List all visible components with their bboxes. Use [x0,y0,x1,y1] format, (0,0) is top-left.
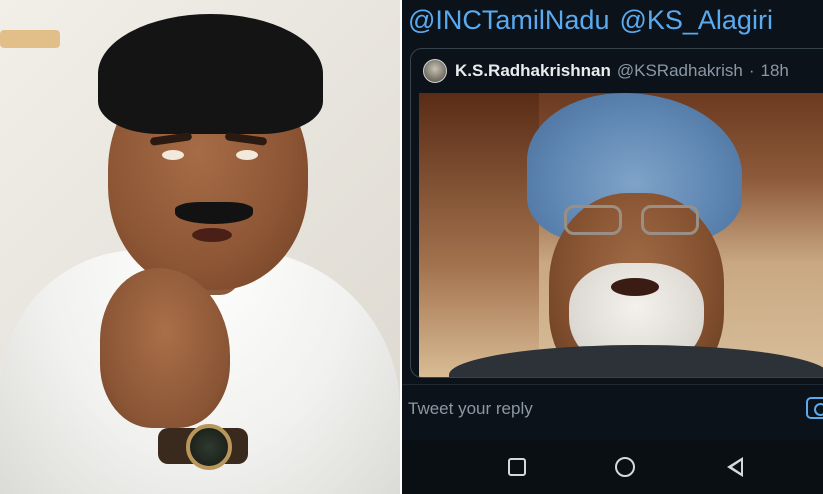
quoted-author-handle: @KSRadhakrish [616,61,743,80]
recent-apps-icon[interactable] [504,454,530,480]
quoted-tweet-image[interactable] [419,93,823,377]
quoted-timestamp: 18h [760,61,789,80]
mouth [611,278,659,296]
mention-link[interactable]: @KS_Alagiri [619,5,772,35]
mention-link[interactable]: @INCTamilNadu [408,5,609,35]
avatar[interactable] [423,59,447,83]
tweet-mentions: @INCTamilNadu @KS_Alagiri [408,2,783,42]
hair [98,14,323,134]
home-icon[interactable] [612,454,638,480]
reply-input[interactable]: Tweet your reply [408,399,533,419]
separator-dot: · [748,61,755,80]
left-eye [162,150,184,160]
image-background [419,93,539,377]
reply-bar: Tweet your reply [402,384,823,434]
phone-screenshot: @INCTamilNadu @KS_Alagiri K.S.Radhakrishn… [402,0,823,494]
left-photo [0,0,400,494]
quoted-author-name[interactable]: K.S.Radhakrishnan [455,61,611,81]
mouth [192,228,232,242]
quoted-tweet-header: K.S.Radhakrishnan @KSRadhakrish · 18h [423,59,789,83]
wristwatch [186,424,232,470]
camera-icon[interactable] [806,397,823,419]
glasses-right-lens [641,205,699,235]
moustache [175,202,253,224]
quoted-tweet-card[interactable]: K.S.Radhakrishnan @KSRadhakrish · 18h [410,48,823,378]
right-eye [236,150,258,160]
back-icon[interactable] [722,454,748,480]
android-nav-bar [402,440,823,494]
glasses-left-lens [564,205,622,235]
wall-detail [0,30,60,48]
